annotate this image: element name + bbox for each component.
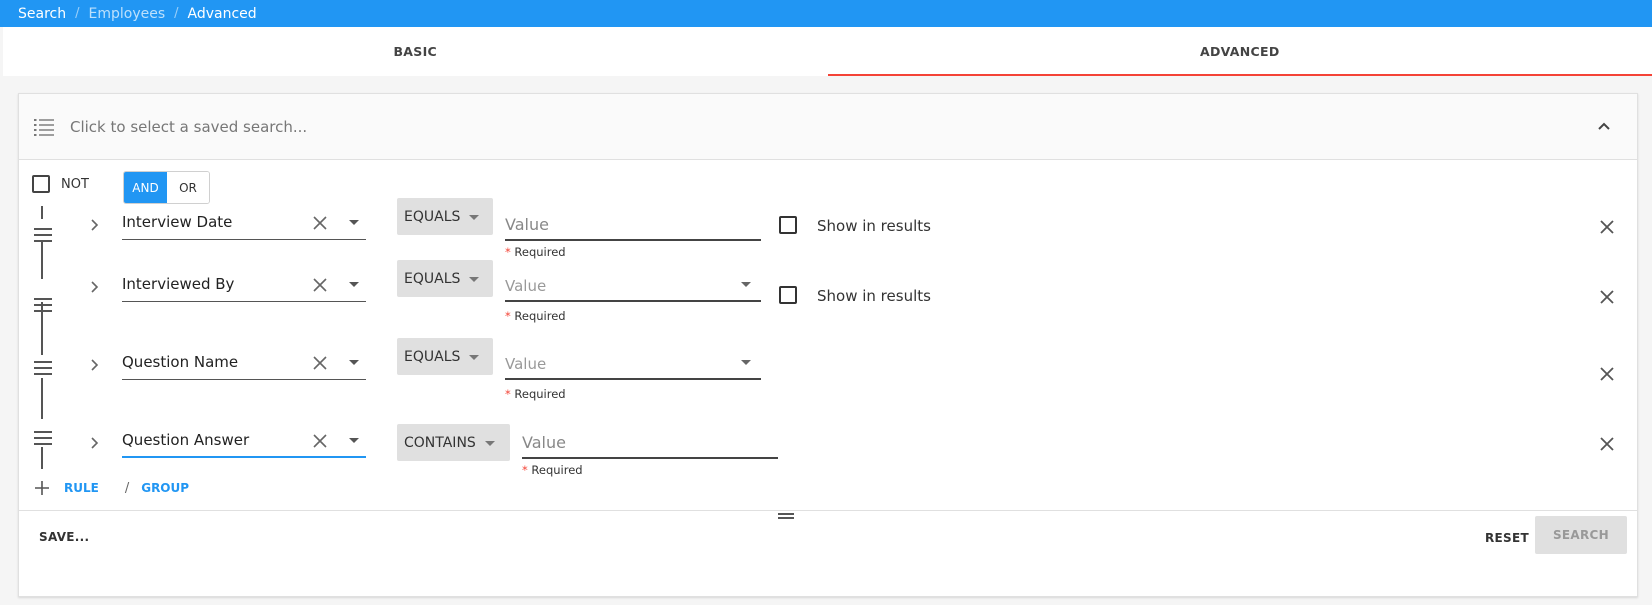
value-placeholder: Value [505,355,547,373]
close-icon[interactable] [1599,436,1615,452]
and-or-toggle: AND OR [123,171,210,204]
not-checkbox[interactable] [32,175,50,193]
rule-operator-label: CONTAINS [404,434,476,451]
show-in-results-checkbox[interactable] [779,286,797,304]
caret-down-icon[interactable] [741,282,751,287]
caret-down-icon [469,214,480,220]
tree-connector [41,240,43,279]
chevron-right-icon[interactable] [87,218,101,232]
rule-operator-label: EQUALS [404,348,461,365]
required-hint: * Required [505,387,566,401]
breadcrumb: Search / Employees / Advanced [0,0,1652,27]
save-button[interactable]: SAVE... [39,530,89,544]
query-builder-panel: Click to select a saved search... NOT AN… [18,93,1638,597]
clear-icon[interactable] [312,433,328,449]
rule-operator-select[interactable]: EQUALS [397,260,493,297]
rule-field-value: Question Name [122,353,239,371]
saved-search-placeholder: Click to select a saved search... [70,118,308,136]
search-mode-tabs: BASIC ADVANCED [3,27,1652,76]
rule-field-select[interactable]: Interview Date [122,204,366,240]
reset-button[interactable]: RESET [1485,531,1529,545]
plus-icon[interactable] [35,481,49,495]
value-placeholder: Value [522,433,566,452]
close-icon[interactable] [1599,219,1615,235]
drag-handle-icon[interactable] [34,228,52,242]
drag-handle-icon[interactable] [34,361,52,375]
close-icon[interactable] [1599,289,1615,305]
tree-connector [41,378,43,419]
add-group-link[interactable]: GROUP [141,481,189,495]
rule-operator-label: EQUALS [404,270,461,287]
footer-divider [19,510,1637,511]
breadcrumb-advanced: Advanced [187,5,257,22]
rule-field-select[interactable]: Question Name [122,344,366,380]
caret-down-icon[interactable] [349,282,359,287]
or-button[interactable]: OR [167,172,209,203]
rule-operator-select[interactable]: CONTAINS [397,424,510,461]
tab-advanced[interactable]: ADVANCED [827,27,1652,76]
caret-down-icon [469,276,480,282]
add-rule-link[interactable]: RULE [64,481,99,495]
rule-field-value: Interviewed By [122,275,235,293]
clear-icon[interactable] [312,277,328,293]
saved-search-selector[interactable]: Click to select a saved search... [19,94,1637,160]
and-button[interactable]: AND [124,172,167,203]
drag-handle-icon[interactable] [34,431,52,445]
chevron-right-icon[interactable] [87,436,101,450]
rule-value-input[interactable]: Value [522,422,778,459]
show-in-results-label: Show in results [817,217,931,235]
caret-down-icon[interactable] [349,438,359,443]
clear-icon[interactable] [312,215,328,231]
rule-value-select[interactable]: Value [505,343,761,380]
caret-down-icon[interactable] [741,360,751,365]
caret-down-icon [484,440,495,446]
chevron-right-icon[interactable] [87,358,101,372]
add-rule-group-controls: RULE / GROUP [35,479,189,497]
tab-basic[interactable]: BASIC [3,27,828,76]
rule-field-select[interactable]: Interviewed By [122,266,366,302]
required-hint: * Required [522,463,583,477]
breadcrumb-separator: / [174,6,179,21]
caret-down-icon[interactable] [349,220,359,225]
rule-operator-select[interactable]: EQUALS [397,338,493,375]
drag-handle-icon[interactable] [34,298,52,312]
show-in-results-label: Show in results [817,287,931,305]
rule-field-value: Question Answer [122,431,250,449]
breadcrumb-employees[interactable]: Employees [89,6,166,22]
chevron-up-icon[interactable] [1592,115,1616,139]
value-placeholder: Value [505,277,547,295]
add-separator: / [124,480,130,496]
breadcrumb-separator: / [75,6,80,21]
value-placeholder: Value [505,215,549,234]
list-icon [34,119,54,136]
clear-icon[interactable] [312,355,328,371]
chevron-right-icon[interactable] [87,280,101,294]
rule-value-input[interactable]: Value [505,204,761,241]
rule-operator-select[interactable]: EQUALS [397,198,493,235]
tree-connector [41,447,43,469]
caret-down-icon [469,354,480,360]
not-label: NOT [61,177,89,192]
rule-operator-label: EQUALS [404,208,461,225]
show-in-results-checkbox[interactable] [779,216,797,234]
resize-handle-icon[interactable] [778,513,794,520]
close-icon[interactable] [1599,366,1615,382]
breadcrumb-search[interactable]: Search [18,6,66,22]
rule-field-select[interactable]: Question Answer [122,422,366,458]
required-hint: * Required [505,245,566,259]
tree-connector [41,206,43,219]
caret-down-icon[interactable] [349,360,359,365]
rule-field-value: Interview Date [122,213,233,231]
rule-value-select[interactable]: Value [505,265,761,302]
search-button[interactable]: SEARCH [1535,516,1627,554]
required-hint: * Required [505,309,566,323]
